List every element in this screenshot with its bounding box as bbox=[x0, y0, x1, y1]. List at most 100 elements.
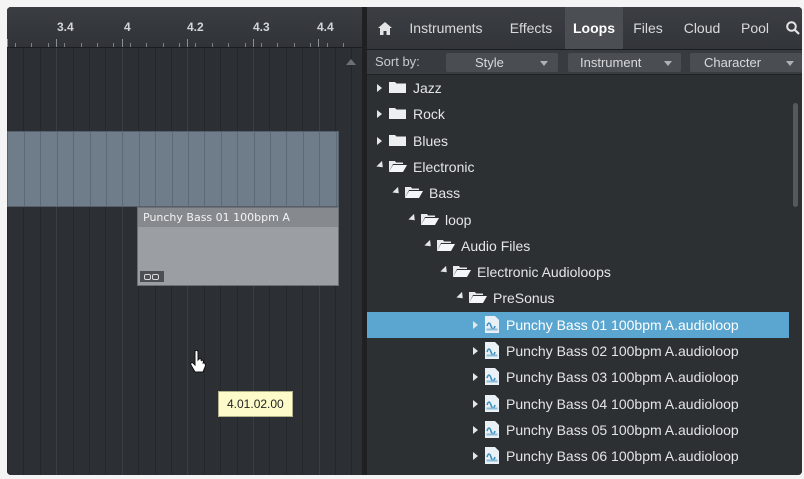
event-name: Punchy Bass 01 100bpm A bbox=[143, 211, 290, 224]
loop-file-item[interactable]: Punchy Bass 04 100bpm A.audioloop bbox=[367, 391, 789, 417]
grid-line bbox=[105, 48, 106, 475]
grid-line bbox=[73, 48, 74, 475]
expand-closed-icon[interactable] bbox=[377, 84, 382, 92]
folder-item[interactable]: Jazz bbox=[367, 75, 789, 101]
loop-file-item[interactable]: Punchy Bass 06 100bpm A.audioloop bbox=[367, 443, 789, 469]
sort-character-button[interactable]: Character bbox=[690, 53, 802, 72]
folder-item[interactable]: PreSonus bbox=[367, 285, 789, 311]
tab-cloud[interactable]: Cloud bbox=[680, 7, 724, 49]
loop-file-item[interactable]: Punchy Bass 03 100bpm A.audioloop bbox=[367, 364, 789, 390]
expand-closed-icon[interactable] bbox=[377, 110, 382, 119]
event-slice-line bbox=[73, 132, 74, 206]
ruler-label: 4.3 bbox=[253, 20, 270, 34]
expand-open-icon[interactable] bbox=[440, 265, 450, 276]
tree-item-label: Punchy Bass 02 100bpm A.audioloop bbox=[506, 343, 739, 359]
grid-line bbox=[7, 48, 8, 475]
expand-closed-icon[interactable] bbox=[377, 136, 382, 145]
folder-item[interactable]: Audio Files bbox=[367, 233, 789, 259]
expand-closed-icon[interactable] bbox=[473, 320, 478, 329]
folder-icon bbox=[389, 159, 407, 178]
ruler-label: 4 bbox=[124, 20, 131, 34]
loop-file-item[interactable]: Punchy Bass 02 100bpm A.audioloop bbox=[367, 338, 789, 364]
ruler-mark bbox=[318, 39, 319, 47]
event-slice-line bbox=[188, 132, 189, 206]
ruler-minor-tick bbox=[64, 43, 65, 47]
event-slice-line bbox=[204, 132, 205, 206]
scroll-up-arrow-icon[interactable] bbox=[346, 59, 356, 65]
folder-icon bbox=[389, 80, 406, 99]
folder-item[interactable]: Blues bbox=[367, 128, 789, 154]
ruler-mark bbox=[56, 39, 57, 47]
ruler-mark bbox=[187, 39, 188, 47]
ruler-minor-tick bbox=[245, 43, 246, 47]
event-slice-line bbox=[155, 132, 156, 206]
folder-item[interactable]: Rock bbox=[367, 101, 789, 127]
expand-closed-icon[interactable] bbox=[473, 399, 478, 408]
folder-item[interactable]: Electronic Audioloops bbox=[367, 259, 789, 285]
expand-closed-icon[interactable] bbox=[473, 373, 478, 382]
audioloop-file-icon bbox=[485, 447, 499, 469]
ruler-label: 4.4 bbox=[317, 20, 334, 34]
audioloop-file-icon bbox=[485, 342, 499, 364]
loop-file-item[interactable]: Punchy Bass 05 100bpm A.audioloop bbox=[367, 417, 789, 443]
tree-item-label: Punchy Bass 06 100bpm A.audioloop bbox=[506, 448, 739, 465]
ruler-minor-tick bbox=[163, 43, 164, 47]
expand-open-icon[interactable] bbox=[376, 160, 386, 170]
folder-icon bbox=[469, 290, 487, 309]
expand-closed-icon[interactable] bbox=[473, 347, 478, 355]
event-slice-line bbox=[24, 132, 25, 206]
grid-line bbox=[122, 48, 123, 475]
expand-closed-icon[interactable] bbox=[473, 452, 478, 461]
home-icon[interactable] bbox=[378, 22, 392, 35]
ruler-mark bbox=[7, 39, 8, 47]
ruler-minor-tick bbox=[15, 43, 16, 47]
folder-item[interactable]: Electronic bbox=[367, 154, 789, 180]
expand-open-icon[interactable] bbox=[456, 292, 466, 302]
audio-event-dark[interactable] bbox=[7, 131, 339, 207]
tree-item-label: Audio Files bbox=[461, 237, 531, 254]
tab-loops[interactable]: Loops bbox=[565, 7, 623, 49]
tree-item-label: Jazz bbox=[413, 80, 442, 96]
folder-icon bbox=[405, 185, 423, 204]
chevron-down-icon bbox=[664, 61, 672, 66]
ruler-minor-tick bbox=[310, 43, 311, 47]
loop-file-item[interactable]: Punchy Bass 01 100bpm A.audioloop bbox=[367, 311, 789, 338]
ruler-minor-tick bbox=[277, 43, 278, 47]
event-slice-line bbox=[286, 132, 287, 206]
expand-open-icon[interactable] bbox=[424, 239, 434, 249]
tab-effects[interactable]: Effects bbox=[505, 7, 557, 49]
audio-event-light[interactable]: Punchy Bass 01 100bpm A bbox=[137, 207, 339, 286]
hand-cursor-icon bbox=[190, 350, 206, 373]
tab-instruments[interactable]: Instruments bbox=[403, 7, 489, 49]
event-slice-line bbox=[303, 132, 304, 206]
tab-files[interactable]: Files bbox=[630, 7, 666, 49]
audioloop-file-icon bbox=[485, 394, 499, 417]
sort-instrument-button[interactable]: Instrument bbox=[568, 53, 681, 72]
folder-item[interactable]: Bass bbox=[367, 180, 789, 206]
timeline-ruler[interactable]: 3.4 4 4.2 4.3 4.4 bbox=[7, 7, 362, 48]
tree-item-label: Electronic bbox=[413, 158, 475, 175]
tree-item-label: Punchy Bass 01 100bpm A.audioloop bbox=[506, 316, 739, 333]
expand-open-icon[interactable] bbox=[408, 213, 418, 223]
chevron-down-icon bbox=[786, 61, 794, 66]
ruler-label: 4.2 bbox=[187, 20, 204, 34]
ruler-minor-tick bbox=[130, 43, 131, 47]
ruler-minor-tick bbox=[228, 43, 229, 47]
grid-line bbox=[23, 48, 24, 475]
browser-panel: Instruments Effects Loops Files Cloud Po… bbox=[367, 7, 802, 475]
folder-icon bbox=[389, 106, 406, 125]
arrange-view[interactable]: 3.4 4 4.2 4.3 4.4 Punchy Bass 01 100bpm … bbox=[7, 7, 362, 475]
folder-item[interactable]: loop bbox=[367, 207, 789, 233]
expand-closed-icon[interactable] bbox=[473, 425, 478, 434]
folder-icon bbox=[437, 238, 455, 257]
sort-style-label: Style bbox=[475, 55, 504, 70]
search-icon[interactable] bbox=[786, 21, 800, 35]
expand-open-icon[interactable] bbox=[392, 187, 402, 197]
ruler-minor-tick bbox=[97, 43, 98, 47]
browser-scrollbar[interactable] bbox=[793, 103, 798, 207]
sort-style-button[interactable]: Style bbox=[446, 53, 558, 72]
grid-line bbox=[56, 48, 57, 475]
event-slice-line bbox=[172, 132, 173, 206]
tab-pool[interactable]: Pool bbox=[738, 7, 772, 49]
event-slice-line bbox=[254, 132, 255, 206]
